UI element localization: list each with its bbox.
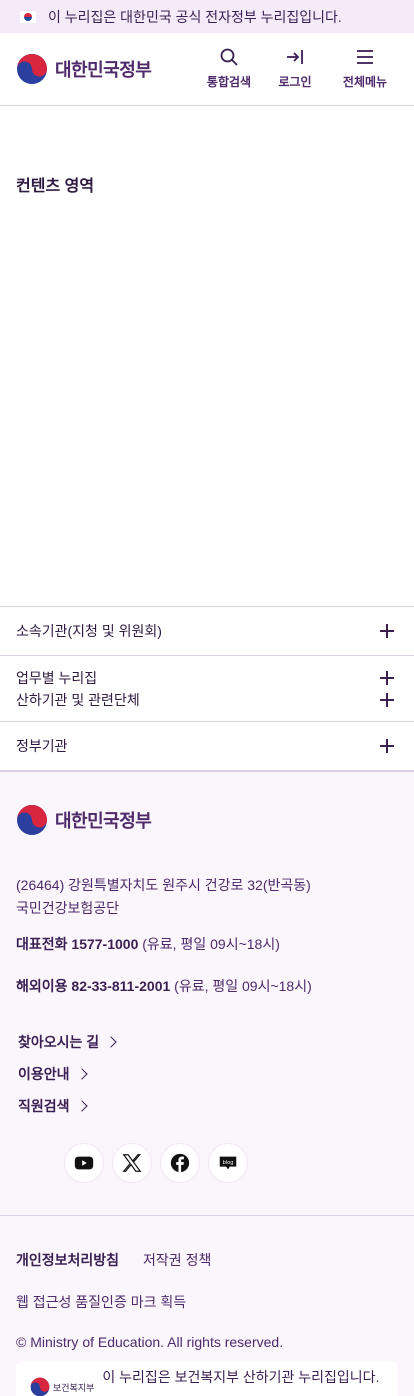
privacy-policy-link[interactable]: 개인정보처리방침	[16, 1250, 119, 1270]
footer-logo-text: 대한민국정부	[55, 811, 152, 831]
phone-hours: (유료, 평일 09시~18시)	[138, 936, 280, 952]
copyright-policy-link[interactable]: 저작권 정책	[143, 1250, 211, 1270]
staff-search-link[interactable]: 직원검색	[16, 1090, 398, 1122]
search-button[interactable]: 통합검색	[204, 47, 254, 90]
banner-text: 이 누리집은 대한민국 공식 전자정부 누리집입니다.	[48, 8, 342, 25]
content-area: 컨텐츠 영역	[0, 106, 414, 606]
accordion-group-sites: 업무별 누리집 산하기관 및 관련단체	[0, 656, 414, 722]
related-sites-accordion: 소속기관(지청 및 위원회) 업무별 누리집 산하기관 및 관련단체 정부기관	[0, 606, 414, 771]
plus-icon[interactable]	[380, 692, 394, 707]
usage-guide-link[interactable]: 이용안내	[16, 1058, 398, 1090]
intl-phone-number: 해외이용 82-33-811-2001	[16, 978, 171, 994]
content-title: 컨텐츠 영역	[16, 178, 95, 195]
chevron-right-icon	[105, 1036, 117, 1048]
accordion-label: 산하기관 및 관련단체	[16, 691, 140, 708]
chevron-right-icon	[75, 1068, 88, 1080]
footer-org: 국민건강보험공단	[16, 900, 120, 916]
search-label: 통합검색	[206, 75, 252, 89]
footer-links: 찾아오시는 길 이용안내 직원검색	[16, 1026, 398, 1122]
menu-icon	[357, 50, 373, 64]
plus-icon[interactable]	[380, 624, 394, 638]
x-icon	[122, 1154, 142, 1172]
official-site-banner: 이 누리집은 대한민국 공식 전자정부 누리집입니다.	[0, 0, 414, 33]
directions-link[interactable]: 찾아오시는 길	[16, 1026, 398, 1058]
logo-text: 대한민국정부	[55, 60, 152, 80]
youtube-link[interactable]	[64, 1143, 104, 1183]
header-actions: 통합검색 로그인 전체메뉴	[204, 47, 394, 90]
sub-agency-badge: 보건복지부 이 누리집은 보건복지부 산하기관 누리집입니다.	[16, 1361, 398, 1396]
taegeuk-logo-icon	[17, 54, 47, 84]
link-label: 찾아오시는 길	[18, 1034, 100, 1050]
footer-address-block: (26464) 강원특별자치도 원주시 건강로 32(반곡동) 국민건강보험공단	[16, 874, 398, 920]
svg-text:blog: blog	[223, 1160, 234, 1166]
all-menu-button[interactable]: 전체메뉴	[336, 47, 394, 90]
ministry-name: 보건복지부	[53, 1382, 95, 1393]
footer-address: (26464) 강원특별자치도 원주시 건강로 32(반곡동)	[16, 877, 311, 893]
badge-text: 이 누리집은 보건복지부 산하기관 누리집입니다.	[102, 1369, 380, 1385]
footer-logo: 대한민국정부	[16, 804, 398, 836]
accordion-label: 소속기관(지청 및 위원회)	[16, 623, 162, 639]
copyright-text: © Ministry of Education. All rights rese…	[16, 1334, 284, 1350]
ministry-logo: 보건복지부	[30, 1377, 94, 1396]
accordion-sub-agencies[interactable]: 산하기관 및 관련단체	[16, 690, 398, 710]
link-label: 직원검색	[18, 1098, 70, 1114]
accessibility-mark-link[interactable]: 웹 접근성 품질인증 마크 획득	[16, 1292, 398, 1312]
x-link[interactable]	[112, 1143, 152, 1183]
chevron-right-icon	[75, 1100, 88, 1112]
intl-phone-hours: (유료, 평일 09시~18시)	[170, 978, 312, 994]
search-icon	[220, 48, 238, 66]
login-label: 로그인	[278, 75, 312, 89]
blog-link[interactable]: blog	[208, 1143, 248, 1183]
facebook-icon	[170, 1153, 190, 1173]
site-footer: 대한민국정부 (26464) 강원특별자치도 원주시 건강로 32(반곡동) 국…	[0, 771, 414, 1396]
plus-icon[interactable]	[380, 739, 394, 753]
facebook-link[interactable]	[160, 1143, 200, 1183]
footer-intl-phone: 해외이용 82-33-811-2001 (유료, 평일 09시~18시)	[16, 976, 398, 996]
accordion-label: 정부기관	[16, 738, 68, 754]
phone-number: 대표전화 1577-1000	[16, 936, 139, 952]
youtube-icon	[74, 1156, 94, 1170]
menu-label: 전체메뉴	[342, 75, 388, 89]
accordion-government[interactable]: 정부기관	[0, 722, 414, 771]
login-button[interactable]: 로그인	[270, 47, 320, 90]
taegeuk-logo-icon	[17, 805, 47, 835]
social-links: blog	[16, 1143, 398, 1183]
site-header: 대한민국정부 통합검색 로그인 전체메뉴	[0, 33, 414, 106]
login-icon	[287, 50, 303, 64]
site-logo[interactable]: 대한민국정부	[16, 53, 152, 85]
korea-flag-icon	[20, 10, 36, 23]
accordion-business-sites[interactable]: 업무별 누리집	[16, 668, 398, 688]
footer-policy-links: 개인정보처리방침 저작권 정책	[16, 1250, 398, 1270]
blog-icon: blog	[219, 1156, 237, 1170]
footer-phone: 대표전화 1577-1000 (유료, 평일 09시~18시)	[16, 934, 398, 954]
taegeuk-logo-icon	[30, 1377, 50, 1396]
link-label: 이용안내	[18, 1066, 70, 1082]
accordion-affiliated[interactable]: 소속기관(지청 및 위원회)	[0, 607, 414, 656]
footer-divider	[0, 1215, 414, 1216]
accordion-label: 업무별 누리집	[16, 669, 98, 686]
plus-icon[interactable]	[380, 670, 394, 685]
